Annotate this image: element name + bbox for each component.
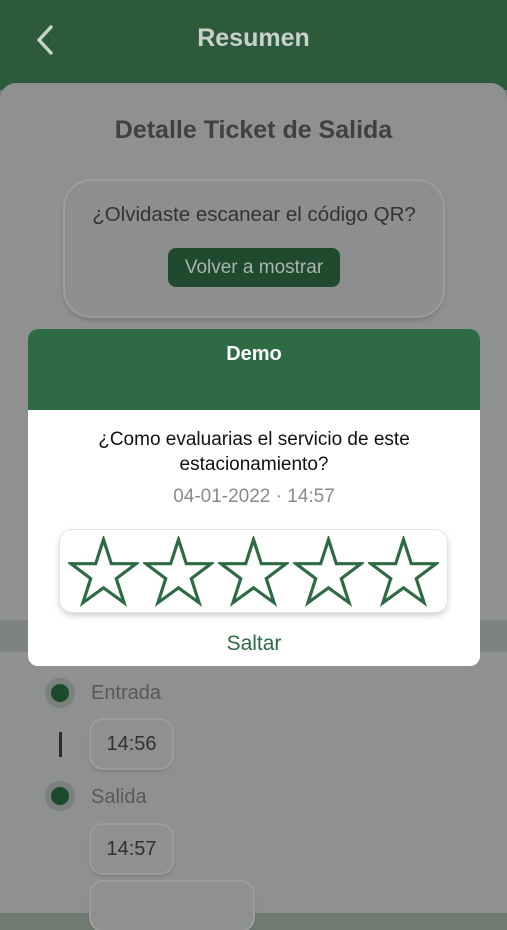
- timeline-connector: [59, 732, 62, 757]
- modal-header: Demo: [28, 329, 480, 410]
- star-5-icon[interactable]: [368, 535, 439, 607]
- entry-time-chip: 14:56: [91, 720, 172, 768]
- star-1-icon[interactable]: [68, 535, 139, 607]
- star-4-icon[interactable]: [293, 535, 364, 607]
- qr-reminder-card: ¿Olvidaste escanear el código QR? Volver…: [65, 181, 443, 316]
- exit-dot-icon: [45, 781, 75, 811]
- exit-time-chip: 14:57: [91, 825, 172, 873]
- page-title: Resumen: [197, 24, 310, 52]
- rating-modal: Demo ¿Como evaluarias el servicio de est…: [28, 329, 480, 666]
- extra-chip: [91, 882, 253, 930]
- skip-button[interactable]: Saltar: [28, 632, 480, 656]
- exit-label: Salida: [91, 786, 147, 808]
- qr-question-text: ¿Olvidaste escanear el código QR?: [92, 203, 416, 226]
- star-2-icon[interactable]: [143, 535, 214, 607]
- top-bar: Resumen: [0, 0, 507, 90]
- entry-dot-icon: [45, 678, 75, 708]
- entry-label: Entrada: [91, 682, 162, 704]
- star-3-icon[interactable]: [218, 535, 289, 607]
- show-again-button[interactable]: Volver a mostrar: [168, 248, 340, 287]
- rating-datetime: 04-01-2022 · 14:57: [173, 486, 335, 507]
- star-rating: [60, 530, 447, 612]
- rating-question: ¿Como evaluarias el servicio de este est…: [98, 429, 410, 475]
- ticket-detail-title: Detalle Ticket de Salida: [114, 116, 393, 144]
- modal-title: Demo: [226, 343, 282, 365]
